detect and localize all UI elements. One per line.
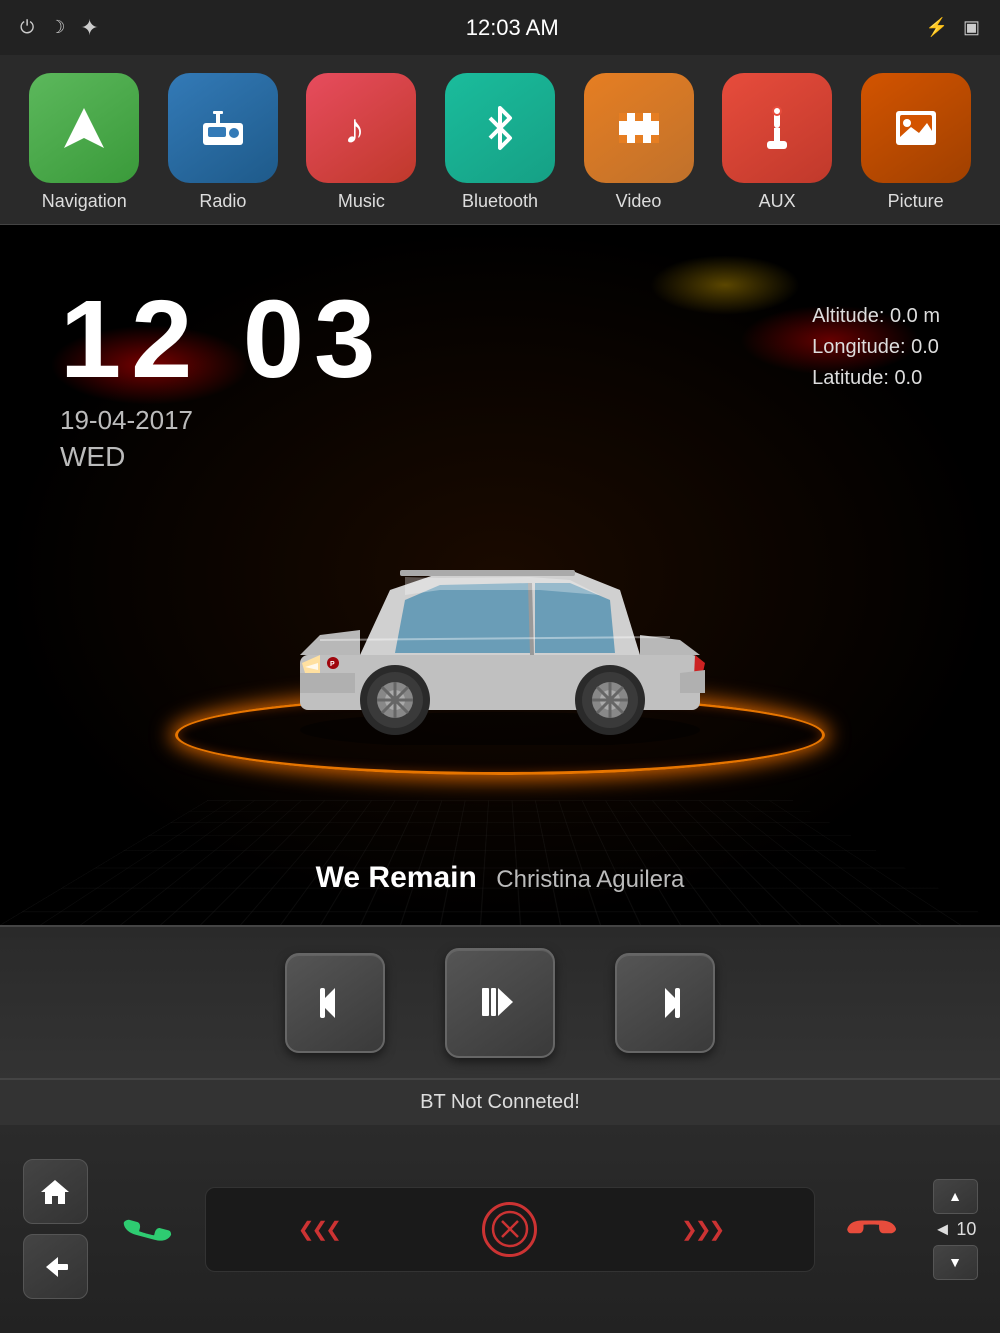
power-icon[interactable]: ⏻: [20, 17, 34, 38]
prev-button[interactable]: [285, 953, 385, 1053]
main-display: 12 03 19-04-2017 WED Altitude: 0.0 m Lon…: [0, 225, 1000, 925]
volume-up-button[interactable]: ▲: [933, 1179, 978, 1214]
music-note-icon: ♪: [336, 103, 386, 153]
altitude-row: Altitude: 0.0 m: [812, 305, 940, 328]
song-artist: Christina Aguilera: [496, 866, 684, 893]
car-platform: P: [150, 495, 850, 795]
altitude-label: Altitude:: [812, 305, 884, 327]
song-title: We Remain: [316, 861, 477, 894]
controls-bar: [0, 925, 1000, 1080]
back-icon: [40, 1252, 70, 1282]
chevrons-left: ❮❮❮: [298, 1217, 339, 1242]
bluetooth-label: Bluetooth: [462, 191, 538, 212]
answer-call-button[interactable]: [110, 1192, 185, 1267]
chevrons-right: ❯❯❯: [681, 1217, 722, 1242]
app-music[interactable]: ♪ Music: [306, 73, 416, 212]
bottom-bar: BT Not Conneted! ❮❮❮: [0, 1080, 1000, 1333]
date-display: 19-04-2017: [60, 405, 385, 436]
bt-status-text: BT Not Conneted!: [420, 1091, 580, 1114]
radio-label: Radio: [199, 191, 246, 212]
home-button[interactable]: [23, 1159, 88, 1224]
music-icon-bg: ♪: [306, 73, 416, 183]
radio-icon-bg: [168, 73, 278, 183]
next-button[interactable]: [615, 953, 715, 1053]
brightness-icon[interactable]: ✦: [80, 15, 98, 41]
home-icon: [40, 1177, 70, 1207]
time-hour: 12: [60, 278, 202, 401]
bt-status-bar: BT Not Conneted!: [0, 1080, 1000, 1125]
aux-cable-icon: [752, 103, 802, 153]
glow-top-right-effect: [650, 255, 800, 315]
play-pause-button[interactable]: [445, 948, 555, 1058]
navigation-arrow-icon: [59, 103, 109, 153]
media-control-bar: ❮❮❮ ❯❯❯: [205, 1187, 815, 1272]
video-film-icon: [614, 103, 664, 153]
altitude-value: 0.0 m: [890, 305, 940, 327]
longitude-row: Longitude: 0.0: [812, 336, 940, 359]
app-video[interactable]: Video: [584, 73, 694, 212]
nav-buttons: [10, 1159, 100, 1299]
volume-control: ▲ ◄ 10 ▼: [920, 1179, 990, 1280]
status-bar-left: ⏻ ☽ ✦: [20, 15, 99, 41]
app-navigation[interactable]: Navigation: [29, 73, 139, 212]
time-minute: 03: [243, 278, 385, 401]
video-label: Video: [616, 191, 662, 212]
song-info: We Remain Christina Aguilera: [316, 861, 685, 895]
svg-text:♪: ♪: [344, 105, 365, 152]
cancel-button[interactable]: [482, 1202, 537, 1257]
current-time: 12:03 AM: [466, 15, 559, 41]
play-pause-icon: [478, 980, 523, 1025]
bluetooth-icon-bg: [445, 73, 555, 183]
car-container: P: [225, 505, 775, 755]
car-image: P: [240, 515, 760, 745]
time-big: 12 03: [60, 285, 385, 395]
status-bar-right: ⚡ ▣: [926, 17, 980, 38]
gps-info: Altitude: 0.0 m Longitude: 0.0 Latitude:…: [812, 305, 940, 398]
bluetooth-symbol-icon: [475, 103, 525, 153]
latitude-value: 0.0: [894, 367, 922, 389]
cancel-x-icon: [491, 1210, 529, 1248]
phone-end-icon: [845, 1202, 900, 1257]
video-icon-bg: [584, 73, 694, 183]
day-display: WED: [60, 441, 385, 473]
usb-icon: ⚡: [926, 17, 948, 38]
time-display: 12 03 19-04-2017 WED: [60, 285, 385, 473]
music-label: Music: [338, 191, 385, 212]
svg-text:P: P: [330, 661, 335, 668]
app-picture[interactable]: Picture: [861, 73, 971, 212]
radio-svg-icon: [198, 103, 248, 153]
moon-icon: ☽: [49, 17, 65, 38]
end-call-button[interactable]: [835, 1192, 910, 1267]
app-bluetooth[interactable]: Bluetooth: [445, 73, 555, 212]
aux-icon-bg: [722, 73, 832, 183]
picture-label: Picture: [888, 191, 944, 212]
bottom-controls: ❮❮❮ ❯❯❯ ▲ ◄ 10 ▼: [0, 1125, 1000, 1333]
longitude-label: Longitude:: [812, 336, 905, 358]
navigation-icon-bg: [29, 73, 139, 183]
app-aux[interactable]: AUX: [722, 73, 832, 212]
back-button[interactable]: [23, 1234, 88, 1299]
longitude-value: 0.0: [911, 336, 939, 358]
app-radio[interactable]: Radio: [168, 73, 278, 212]
prev-icon: [315, 983, 355, 1023]
navigation-label: Navigation: [42, 191, 127, 212]
picture-frame-icon: [891, 103, 941, 153]
screen-icon: ▣: [963, 17, 980, 38]
aux-label: AUX: [759, 191, 796, 212]
latitude-row: Latitude: 0.0: [812, 367, 940, 390]
volume-label: ◄ 10: [934, 1219, 977, 1240]
volume-down-button[interactable]: ▼: [933, 1245, 978, 1280]
app-grid: Navigation Radio ♪ Music Bluetooth: [0, 55, 1000, 225]
status-bar: ⏻ ☽ ✦ 12:03 AM ⚡ ▣: [0, 0, 1000, 55]
picture-icon-bg: [861, 73, 971, 183]
phone-answer-icon: [120, 1202, 175, 1257]
latitude-label: Latitude:: [812, 367, 889, 389]
next-icon: [645, 983, 685, 1023]
